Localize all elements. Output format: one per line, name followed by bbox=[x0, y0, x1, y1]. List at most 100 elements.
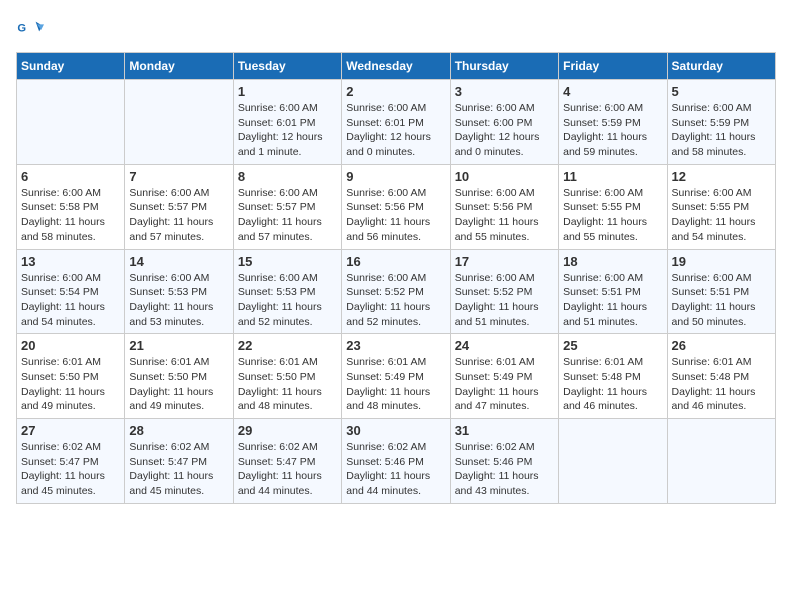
day-cell: 21Sunrise: 6:01 AMSunset: 5:50 PMDayligh… bbox=[125, 334, 233, 419]
day-info: Sunrise: 6:00 AMSunset: 5:54 PMDaylight:… bbox=[21, 271, 120, 330]
col-header-friday: Friday bbox=[559, 53, 667, 80]
day-number: 15 bbox=[238, 254, 337, 269]
col-header-thursday: Thursday bbox=[450, 53, 558, 80]
day-number: 4 bbox=[563, 84, 662, 99]
day-cell: 4 Sunrise: 6:00 AMSunset: 5:59 PMDaylight… bbox=[559, 80, 667, 165]
day-cell: 8Sunrise: 6:00 AMSunset: 5:57 PMDaylight… bbox=[233, 164, 341, 249]
day-cell: 16 Sunrise: 6:00 AMSunset: 5:52 PMDayligh… bbox=[342, 249, 450, 334]
day-number: 16 bbox=[346, 254, 445, 269]
day-info: Sunrise: 6:00 AMSunset: 5:59 PMDaylight:… bbox=[672, 101, 771, 160]
day-cell: 14 Sunrise: 6:00 AMSunset: 5:53 PMDayligh… bbox=[125, 249, 233, 334]
day-cell: 5 Sunrise: 6:00 AMSunset: 5:59 PMDaylight… bbox=[667, 80, 775, 165]
col-header-sunday: Sunday bbox=[17, 53, 125, 80]
svg-text:G: G bbox=[17, 22, 26, 34]
day-number: 29 bbox=[238, 423, 337, 438]
col-header-saturday: Saturday bbox=[667, 53, 775, 80]
day-number: 23 bbox=[346, 338, 445, 353]
day-info: Sunrise: 6:00 AMSunset: 5:55 PMDaylight:… bbox=[672, 186, 771, 245]
logo-icon: G bbox=[16, 16, 44, 44]
logo: G bbox=[16, 16, 48, 44]
day-cell: 9Sunrise: 6:00 AMSunset: 5:56 PMDaylight… bbox=[342, 164, 450, 249]
day-info: Sunrise: 6:00 AMSunset: 5:55 PMDaylight:… bbox=[563, 186, 662, 245]
day-number: 10 bbox=[455, 169, 554, 184]
calendar-body: 1 Sunrise: 6:00 AMSunset: 6:01 PMDaylight… bbox=[17, 80, 776, 504]
day-cell: 29Sunrise: 6:02 AMSunset: 5:47 PMDayligh… bbox=[233, 419, 341, 504]
day-number: 20 bbox=[21, 338, 120, 353]
day-info: Sunrise: 6:00 AMSunset: 6:00 PMDaylight:… bbox=[455, 101, 554, 160]
day-info: Sunrise: 6:01 AMSunset: 5:49 PMDaylight:… bbox=[455, 355, 554, 414]
day-number: 28 bbox=[129, 423, 228, 438]
day-info: Sunrise: 6:00 AMSunset: 5:52 PMDaylight:… bbox=[455, 271, 554, 330]
day-cell bbox=[17, 80, 125, 165]
col-header-tuesday: Tuesday bbox=[233, 53, 341, 80]
day-info: Sunrise: 6:00 AMSunset: 6:01 PMDaylight:… bbox=[346, 101, 445, 160]
day-cell: 17Sunrise: 6:00 AMSunset: 5:52 PMDayligh… bbox=[450, 249, 558, 334]
day-cell: 6Sunrise: 6:00 AMSunset: 5:58 PMDaylight… bbox=[17, 164, 125, 249]
day-info: Sunrise: 6:01 AMSunset: 5:50 PMDaylight:… bbox=[238, 355, 337, 414]
calendar-header: SundayMondayTuesdayWednesdayThursdayFrid… bbox=[17, 53, 776, 80]
day-number: 19 bbox=[672, 254, 771, 269]
day-cell: 2 Sunrise: 6:00 AMSunset: 6:01 PMDaylight… bbox=[342, 80, 450, 165]
day-cell bbox=[667, 419, 775, 504]
day-cell bbox=[125, 80, 233, 165]
day-number: 12 bbox=[672, 169, 771, 184]
day-number: 31 bbox=[455, 423, 554, 438]
week-row-3: 13 Sunrise: 6:00 AMSunset: 5:54 PMDayligh… bbox=[17, 249, 776, 334]
day-cell: 20 Sunrise: 6:01 AMSunset: 5:50 PMDayligh… bbox=[17, 334, 125, 419]
week-row-5: 27 Sunrise: 6:02 AMSunset: 5:47 PMDayligh… bbox=[17, 419, 776, 504]
day-number: 11 bbox=[563, 169, 662, 184]
day-number: 2 bbox=[346, 84, 445, 99]
day-info: Sunrise: 6:01 AMSunset: 5:48 PMDaylight:… bbox=[563, 355, 662, 414]
week-row-1: 1 Sunrise: 6:00 AMSunset: 6:01 PMDaylight… bbox=[17, 80, 776, 165]
day-info: Sunrise: 6:01 AMSunset: 5:48 PMDaylight:… bbox=[672, 355, 771, 414]
day-cell: 30 Sunrise: 6:02 AMSunset: 5:46 PMDayligh… bbox=[342, 419, 450, 504]
day-cell: 25 Sunrise: 6:01 AMSunset: 5:48 PMDayligh… bbox=[559, 334, 667, 419]
day-info: Sunrise: 6:00 AMSunset: 6:01 PMDaylight:… bbox=[238, 101, 337, 160]
day-cell: 3 Sunrise: 6:00 AMSunset: 6:00 PMDaylight… bbox=[450, 80, 558, 165]
day-number: 3 bbox=[455, 84, 554, 99]
day-number: 8 bbox=[238, 169, 337, 184]
day-info: Sunrise: 6:00 AMSunset: 5:56 PMDaylight:… bbox=[455, 186, 554, 245]
day-cell: 31 Sunrise: 6:02 AMSunset: 5:46 PMDayligh… bbox=[450, 419, 558, 504]
day-info: Sunrise: 6:00 AMSunset: 5:57 PMDaylight:… bbox=[129, 186, 228, 245]
day-number: 25 bbox=[563, 338, 662, 353]
day-cell: 24Sunrise: 6:01 AMSunset: 5:49 PMDayligh… bbox=[450, 334, 558, 419]
day-info: Sunrise: 6:01 AMSunset: 5:50 PMDaylight:… bbox=[129, 355, 228, 414]
day-cell bbox=[559, 419, 667, 504]
day-cell: 26Sunrise: 6:01 AMSunset: 5:48 PMDayligh… bbox=[667, 334, 775, 419]
day-info: Sunrise: 6:01 AMSunset: 5:50 PMDaylight:… bbox=[21, 355, 120, 414]
day-info: Sunrise: 6:02 AMSunset: 5:46 PMDaylight:… bbox=[346, 440, 445, 499]
day-number: 18 bbox=[563, 254, 662, 269]
day-number: 30 bbox=[346, 423, 445, 438]
page-header: G bbox=[16, 16, 776, 44]
day-info: Sunrise: 6:00 AMSunset: 5:53 PMDaylight:… bbox=[129, 271, 228, 330]
day-info: Sunrise: 6:00 AMSunset: 5:52 PMDaylight:… bbox=[346, 271, 445, 330]
day-info: Sunrise: 6:00 AMSunset: 5:53 PMDaylight:… bbox=[238, 271, 337, 330]
day-cell: 13 Sunrise: 6:00 AMSunset: 5:54 PMDayligh… bbox=[17, 249, 125, 334]
day-cell: 1 Sunrise: 6:00 AMSunset: 6:01 PMDaylight… bbox=[233, 80, 341, 165]
day-info: Sunrise: 6:01 AMSunset: 5:49 PMDaylight:… bbox=[346, 355, 445, 414]
day-cell: 27 Sunrise: 6:02 AMSunset: 5:47 PMDayligh… bbox=[17, 419, 125, 504]
day-number: 5 bbox=[672, 84, 771, 99]
col-header-wednesday: Wednesday bbox=[342, 53, 450, 80]
day-info: Sunrise: 6:00 AMSunset: 5:51 PMDaylight:… bbox=[563, 271, 662, 330]
day-info: Sunrise: 6:00 AMSunset: 5:51 PMDaylight:… bbox=[672, 271, 771, 330]
day-cell: 22 Sunrise: 6:01 AMSunset: 5:50 PMDayligh… bbox=[233, 334, 341, 419]
day-number: 1 bbox=[238, 84, 337, 99]
day-cell: 19 Sunrise: 6:00 AMSunset: 5:51 PMDayligh… bbox=[667, 249, 775, 334]
day-info: Sunrise: 6:02 AMSunset: 5:47 PMDaylight:… bbox=[21, 440, 120, 499]
day-number: 27 bbox=[21, 423, 120, 438]
day-cell: 10 Sunrise: 6:00 AMSunset: 5:56 PMDayligh… bbox=[450, 164, 558, 249]
day-cell: 12 Sunrise: 6:00 AMSunset: 5:55 PMDayligh… bbox=[667, 164, 775, 249]
day-number: 7 bbox=[129, 169, 228, 184]
col-header-monday: Monday bbox=[125, 53, 233, 80]
week-row-4: 20 Sunrise: 6:01 AMSunset: 5:50 PMDayligh… bbox=[17, 334, 776, 419]
day-number: 14 bbox=[129, 254, 228, 269]
day-cell: 18 Sunrise: 6:00 AMSunset: 5:51 PMDayligh… bbox=[559, 249, 667, 334]
day-number: 22 bbox=[238, 338, 337, 353]
day-number: 13 bbox=[21, 254, 120, 269]
day-info: Sunrise: 6:00 AMSunset: 5:59 PMDaylight:… bbox=[563, 101, 662, 160]
day-info: Sunrise: 6:02 AMSunset: 5:47 PMDaylight:… bbox=[129, 440, 228, 499]
calendar-table: SundayMondayTuesdayWednesdayThursdayFrid… bbox=[16, 52, 776, 504]
day-info: Sunrise: 6:02 AMSunset: 5:46 PMDaylight:… bbox=[455, 440, 554, 499]
